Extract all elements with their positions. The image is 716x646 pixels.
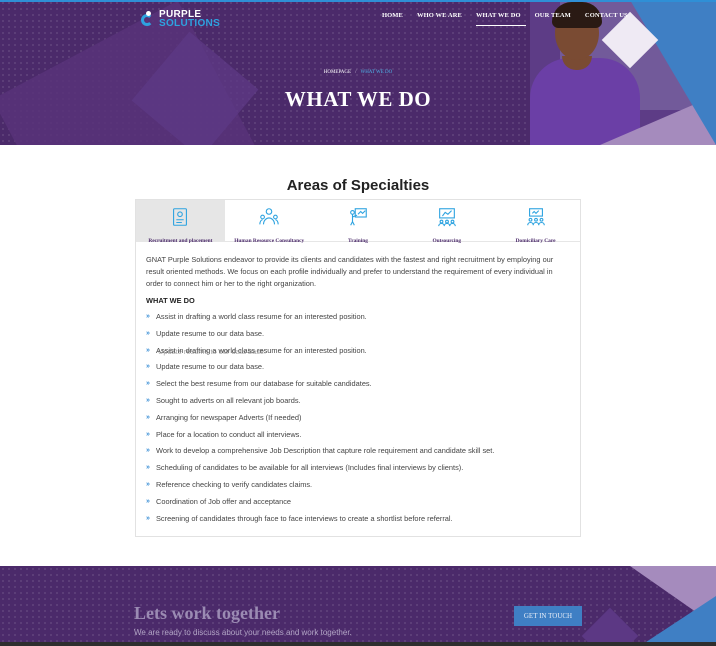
list-item-text: Assist in drafting a world class resume …	[156, 312, 367, 321]
tab-hr-consultancy[interactable]: Human Resource Consultancy	[225, 200, 314, 244]
tab-recruitment[interactable]: Recruitment and placement	[136, 200, 225, 244]
double-chevron-icon: »	[146, 430, 150, 438]
list-item-text: Update resume to our data base.	[156, 328, 265, 338]
list-item-text: Reference checking to verify candidates …	[156, 479, 313, 489]
double-chevron-icon: »	[146, 363, 150, 371]
list-item: » Scheduling of candidates to be availabl…	[146, 462, 570, 479]
breadcrumb-home[interactable]: HOMEPAGE	[324, 70, 351, 75]
double-chevron-icon: »	[146, 313, 150, 320]
nav-home[interactable]: HOME	[382, 12, 408, 26]
list-item: » Sought to adverts on all relevant job b…	[146, 395, 570, 412]
team-icon	[259, 208, 279, 225]
page-title: WHAT WE DO	[284, 87, 432, 111]
get-in-touch-button[interactable]: GET IN TOUCH	[514, 606, 582, 626]
double-chevron-icon: »	[146, 497, 150, 505]
specialty-tabs: Recruitment and placement Human Resource…	[136, 200, 580, 244]
list-item-text: Screening of candidates through face to …	[156, 513, 453, 523]
double-chevron-icon: »	[146, 346, 150, 354]
breadcrumb: HOMEPAGE / WHAT WE DO	[0, 70, 716, 75]
purple-solutions-logo-icon	[141, 11, 155, 27]
list-item: » Update resume to our data base.	[146, 361, 570, 378]
content-subheading: WHAT WE DO	[146, 296, 195, 305]
cta-banner: Lets work together We are ready to discu…	[0, 566, 716, 646]
list-item: » Assist in drafting a world class resume…	[146, 345, 570, 362]
logo-text-line2: SOLUTIONS	[159, 18, 221, 29]
double-chevron-icon: »	[146, 396, 150, 404]
meeting-icon	[437, 208, 456, 227]
double-chevron-icon: »	[146, 514, 150, 522]
list-item-text: Select the best resume from our database…	[156, 379, 372, 389]
list-item: » Work to develop a comprehensive Job Des…	[146, 445, 570, 462]
double-chevron-icon: »	[146, 329, 150, 337]
cta-decor-triangle	[640, 596, 716, 646]
presentation-icon	[350, 208, 367, 226]
nav-contact-us[interactable]: CONTACT US	[585, 12, 633, 26]
section-title: Areas of Specialties	[286, 177, 430, 194]
breadcrumb-separator: /	[355, 70, 357, 75]
tab-label: Recruitment and placement	[148, 238, 213, 244]
list-item: » Update resume to our data base.	[146, 328, 570, 345]
tab-label: Training	[348, 238, 368, 244]
list-item-text: Update resume to our data base.	[156, 362, 265, 372]
list-item-text: Sought to adverts on all relevant job bo…	[156, 395, 301, 405]
tab-content: GNAT Purple Solutions endeavor to provid…	[136, 242, 580, 529]
specialties-card: Recruitment and placement Human Resource…	[135, 199, 581, 537]
list-item: » Screening of candidates through face to…	[146, 513, 570, 530]
double-chevron-icon: »	[146, 480, 150, 488]
nav-our-team[interactable]: OUR TEAM	[535, 12, 576, 26]
double-chevron-icon: »	[146, 464, 150, 472]
list-item-text: Arranging for newspaper Adverts (If need…	[156, 412, 302, 422]
breadcrumb-current: WHAT WE DO	[360, 70, 393, 75]
tab-label: Human Resource Consultancy	[234, 238, 305, 244]
list-item-text: Place for a location to conduct all inte…	[156, 429, 302, 439]
list-item-text: Coordination of Job offer and acceptance	[156, 496, 292, 506]
site-logo[interactable]: PURPLE SOLUTIONS	[141, 10, 221, 29]
list-item: » Place for a location to conduct all int…	[146, 429, 570, 446]
services-list: » Assist in drafting a world class resume…	[146, 311, 570, 529]
tab-training[interactable]: Training	[314, 200, 403, 244]
cta-subtitle: We are ready to discuss about your needs…	[134, 628, 352, 637]
double-chevron-icon: »	[146, 380, 150, 388]
tab-label: Domiciliary Care	[515, 238, 556, 244]
bottom-bar	[0, 642, 716, 646]
group-care-icon	[526, 208, 545, 226]
resume-icon	[173, 208, 188, 226]
list-item: » Select the best resume from our databas…	[146, 378, 570, 395]
cta-title: Lets work together	[134, 603, 280, 623]
list-item-text: Scheduling of candidates to be available…	[156, 463, 464, 473]
main-nav: HOME WHO WE ARE WHAT WE DO OUR TEAM CONT…	[382, 12, 642, 26]
overlapping-text: Update resume to our data base.	[158, 346, 267, 356]
list-item: » Assist in drafting a world class resume…	[146, 311, 570, 328]
list-item: » Coordination of Job offer and acceptanc…	[146, 496, 570, 513]
nav-who-we-are[interactable]: WHO WE ARE	[417, 12, 467, 26]
tab-outsourcing[interactable]: Outsourcing	[402, 200, 491, 244]
list-item: » Reference checking to verify candidates…	[146, 479, 570, 496]
hero-header: PURPLE SOLUTIONS HOME WHO WE ARE WHAT WE…	[0, 0, 716, 145]
nav-what-we-do[interactable]: WHAT WE DO	[475, 12, 526, 26]
tab-domiciliary-care[interactable]: Domiciliary Care	[491, 200, 580, 244]
intro-paragraph: GNAT Purple Solutions endeavor to provid…	[146, 255, 554, 288]
tab-label: Outsourcing	[432, 238, 462, 244]
list-item: » Arranging for newspaper Adverts (If nee…	[146, 412, 570, 429]
double-chevron-icon: »	[146, 413, 150, 421]
list-item-text: Work to develop a comprehensive Job Desc…	[156, 446, 495, 456]
top-accent-line	[0, 0, 716, 2]
double-chevron-icon: »	[146, 447, 150, 455]
